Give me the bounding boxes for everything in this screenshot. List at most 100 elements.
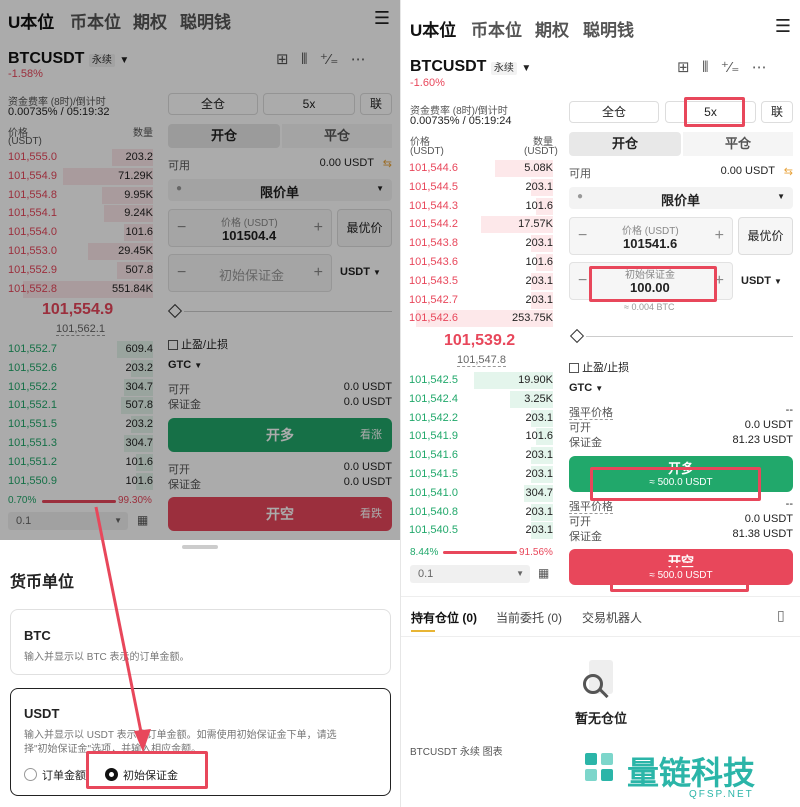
margin-row-short: 保证金 81.38 USDT [569,528,793,543]
can-open-row: 可开 0.0 USDT [569,419,793,434]
tif-select[interactable]: GTC ▼ [569,382,603,394]
order-quantity: 17.57K [518,218,553,231]
unit-select[interactable]: USDT ▼ [741,275,782,287]
margin-field[interactable]: − 初始保证金 100.00 + [569,262,733,300]
order-quantity: 203.1 [525,237,553,250]
order-book-row[interactable]: 101,544.2 17.57K [409,215,553,234]
order-price: 101,544.3 [409,199,458,212]
order-book-row[interactable]: 101,542.5 19.90K [409,371,553,390]
order-quantity: 203.1 [525,449,553,462]
precision-select[interactable]: 0.1 ▼ [410,565,530,583]
leverage-slider[interactable] [586,336,793,337]
close-position-tab[interactable]: 平仓 [683,132,793,156]
bottom-partial-row: BTCUSDT 永续 图表 [410,747,503,758]
tab-open-orders[interactable]: 当前委托 (0) [496,609,562,626]
leverage-button[interactable]: 5x [665,101,756,123]
margin-mode-button[interactable]: 全仓 [569,101,659,123]
order-quantity: 304.7 [525,486,553,499]
order-book-row[interactable]: 101,542.2 203.1 [409,409,553,428]
order-book-row[interactable]: 101,543.8 203.1 [409,234,553,253]
order-book-row[interactable]: 101,540.5 203.1 [409,521,553,540]
order-price: 101,541.5 [409,468,458,480]
more-icon[interactable]: ⋯ [752,59,767,76]
checkbox-icon[interactable] [569,363,579,374]
last-price: 101,539.2 [444,332,516,349]
liq-price-row-short: 强平价格 -- [569,498,793,514]
tab-options[interactable]: 期权 [535,16,569,41]
order-book-row[interactable]: 101,541.0 304.7 [409,484,553,503]
order-book-row[interactable]: 101,540.8 203.1 [409,503,553,522]
company-watermark: 量链科技 QFSP.NET [581,747,800,807]
plus-icon[interactable]: + [715,227,724,245]
order-book-row[interactable]: 101,541.5 203.1 [409,465,553,484]
order-quantity: 203.1 [525,293,553,306]
order-price: 101,540.5 [409,524,458,537]
order-book-row[interactable]: 101,544.3 101.6 [409,197,553,216]
symbol-header[interactable]: BTCUSDT 永续 ▼ [410,58,531,76]
symbol-name: BTCUSDT [410,58,487,75]
info-icon[interactable]: ● [577,191,583,202]
liq-price-row: 强平价格 -- [569,404,793,420]
order-book-row[interactable]: 101,543.5 203.1 [409,272,553,291]
order-quantity: 203.1 [525,468,553,480]
leverage-slider-handle[interactable] [569,328,585,344]
order-book-row[interactable]: 101,542.4 3.25K [409,390,553,409]
best-price-button[interactable]: 最优价 [738,217,793,255]
tab-smart-money[interactable]: 聪明钱 [583,16,634,41]
order-price: 101,544.2 [409,218,458,231]
order-quantity: 101.6 [525,430,553,443]
open-long-button[interactable]: 开多 ≈ 500.0 USDT [569,456,793,492]
ratio-bar [443,551,517,554]
order-type-select[interactable]: ● 限价单 ▼ [569,187,793,209]
order-history-icon[interactable]: ▯ [777,607,785,624]
bid-ratio: 8.44% [410,547,439,558]
price-unit: (USDT) [410,146,444,157]
candlestick-icon[interactable]: ⫴ [702,59,708,76]
depth-layout-icon[interactable]: ▦ [538,566,549,580]
plus-icon[interactable]: + [715,272,724,290]
order-book-row[interactable]: 101,543.6 101.6 [409,253,553,272]
order-book-row[interactable]: 101,541.6 203.1 [409,446,553,465]
chevron-down-icon: ▼ [777,192,785,201]
order-price: 101,542.7 [409,293,458,306]
minus-icon[interactable]: − [578,227,587,245]
open-position-tab[interactable]: 开仓 [569,132,681,156]
tab-coin-margined[interactable]: 币本位 [471,16,522,41]
transfer-icon[interactable]: ⇆ [784,165,793,178]
order-price: 101,541.0 [409,486,458,499]
company-logo-icon [581,749,623,791]
perp-badge: 永续 [490,62,517,75]
order-book-row[interactable]: 101,541.9 101.6 [409,427,553,446]
tab-trading-bots[interactable]: 交易机器人 [582,609,642,626]
tab-u-margined[interactable]: U本位 [410,16,456,41]
minus-icon[interactable]: − [578,272,587,290]
order-book-row[interactable]: 101,544.6 5.08K [409,159,553,178]
order-book-row[interactable]: 101,544.5 203.1 [409,178,553,197]
divider [401,596,800,597]
mark-price: 101,547.8 [457,354,506,367]
order-price: 101,543.6 [409,256,458,268]
order-price: 101,542.5 [409,374,458,386]
qty-unit: (USDT) [524,146,558,157]
open-short-button[interactable]: 开空 ≈ 500.0 USDT [569,549,793,585]
available-row: 可用 0.00 USDT ⇆ [569,165,793,180]
tab-positions[interactable]: 持有仓位 (0) [411,609,477,626]
order-price: 101,542.2 [409,411,458,424]
hamburger-icon[interactable]: ☰ [775,16,791,37]
order-book-row[interactable]: 101,542.6 253.75K [409,309,553,328]
ask-ratio: 91.56% [519,547,553,558]
order-quantity: 203.1 [525,274,553,287]
annotation-arrow [94,506,151,752]
active-tab-indicator [411,630,435,632]
order-book-row[interactable]: 101,542.7 203.1 [409,291,553,310]
order-quantity: 19.90K [518,374,553,386]
joint-button[interactable]: 联 [761,101,793,123]
order-price: 101,543.8 [409,237,458,250]
order-price: 101,544.6 [409,162,458,174]
calculator-icon[interactable]: ⁺⁄₌ [721,59,739,76]
order-price: 101,541.9 [409,430,458,443]
tp-sl-checkbox[interactable]: 止盈/止损 [569,359,629,375]
empty-state-text: 暂无仓位 [575,711,628,726]
price-field[interactable]: − 价格 (USDT) 101541.6 + [569,217,733,255]
gift-icon[interactable]: ⊞ [677,59,690,76]
